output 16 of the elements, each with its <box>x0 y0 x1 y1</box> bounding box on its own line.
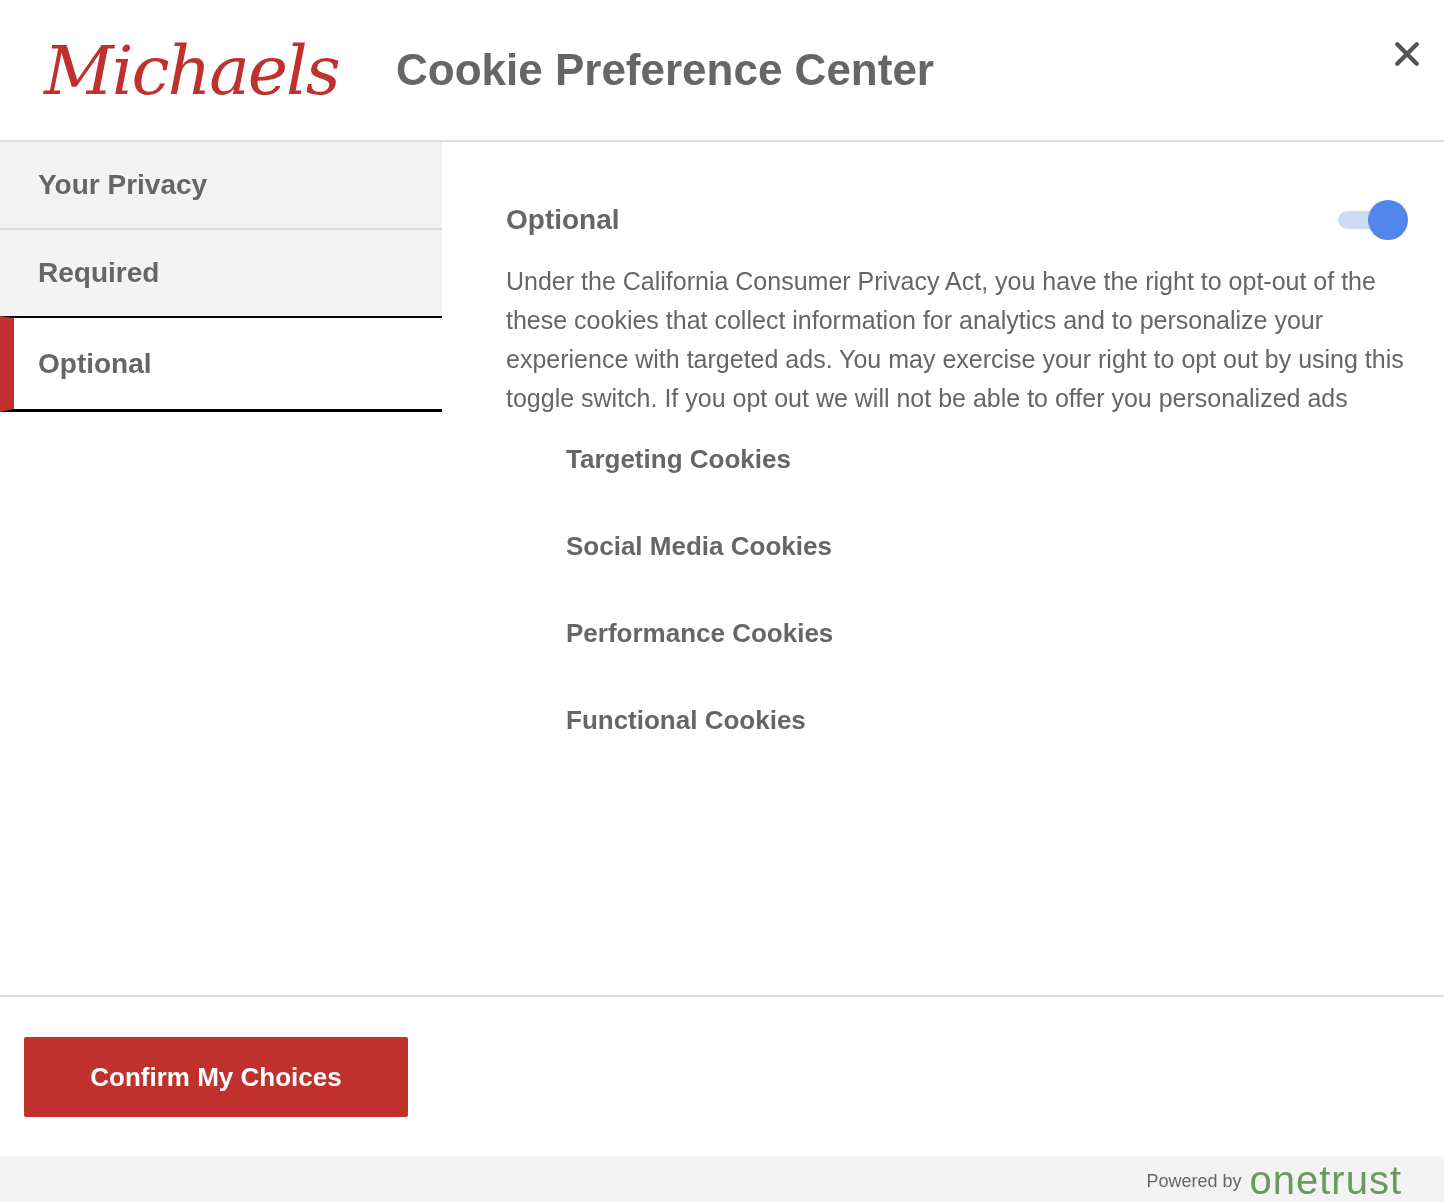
cookie-category[interactable]: Social Media Cookies <box>566 531 1408 618</box>
michaels-logo: Michaels <box>44 30 340 110</box>
close-icon[interactable] <box>1394 41 1420 67</box>
dialog-title: Cookie Preference Center <box>396 45 935 95</box>
confirm-button[interactable]: Confirm My Choices <box>24 1037 408 1117</box>
section-heading: Optional <box>506 204 620 236</box>
description-text: Under the California Consumer Privacy Act, you have the right to opt-out of the these cookies that collect information for analytics and to personalize your experience with targeted ads. You may exercise your right to opt out by using this toggle switch. If you opt out we will not be able to offer you personalized ads <box>506 266 1405 414</box>
toggle-switch[interactable] <box>1338 200 1408 240</box>
onetrust-logo[interactable]: onetrust <box>1249 1162 1402 1198</box>
cookie-category[interactable]: Targeting Cookies <box>566 444 1408 531</box>
sidebar-tab[interactable]: Required <box>0 230 442 318</box>
sidebar-tab[interactable]: Optional <box>0 316 442 412</box>
powered-by-text: Powered by <box>1146 1171 1242 1192</box>
sidebar-tab[interactable]: Your Privacy <box>0 142 442 230</box>
cookie-category[interactable]: Functional Cookies <box>566 705 1408 792</box>
cookie-category[interactable]: Performance Cookies <box>566 618 1408 705</box>
